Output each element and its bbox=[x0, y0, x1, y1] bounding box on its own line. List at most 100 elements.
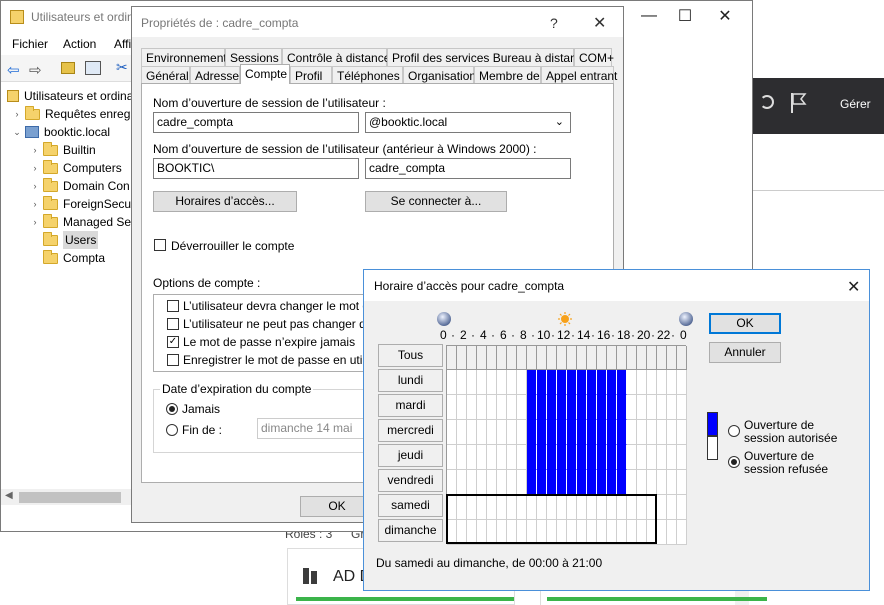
help-button[interactable]: ? bbox=[550, 15, 558, 31]
hour-cell[interactable] bbox=[627, 370, 637, 395]
option-never-expires-checkbox[interactable]: ✓ bbox=[167, 336, 179, 348]
hour-cell[interactable] bbox=[487, 470, 497, 495]
hour-cell[interactable] bbox=[587, 370, 597, 395]
day-button-lundi[interactable]: lundi bbox=[378, 369, 443, 392]
hour-cell[interactable] bbox=[607, 445, 617, 470]
hour-cell[interactable] bbox=[637, 420, 647, 445]
console-tree-icon[interactable] bbox=[85, 61, 101, 75]
hour-cell[interactable] bbox=[547, 445, 557, 470]
hour-column-header[interactable] bbox=[477, 346, 487, 370]
collapse-icon[interactable]: ⌄ bbox=[11, 123, 23, 141]
hour-cell[interactable] bbox=[527, 370, 537, 395]
hour-cell[interactable] bbox=[677, 495, 687, 520]
hour-column-header[interactable] bbox=[637, 346, 647, 370]
hour-cell[interactable] bbox=[577, 445, 587, 470]
hour-cell[interactable] bbox=[497, 370, 507, 395]
hour-cell[interactable] bbox=[657, 370, 667, 395]
hour-cell[interactable] bbox=[477, 370, 487, 395]
hour-cell[interactable] bbox=[617, 370, 627, 395]
hour-cell[interactable] bbox=[457, 445, 467, 470]
hour-cell[interactable] bbox=[607, 470, 617, 495]
logon-name-input[interactable]: cadre_compta bbox=[153, 112, 359, 133]
expiry-never-radio[interactable] bbox=[166, 403, 178, 415]
back-arrow-icon[interactable]: ⇦ bbox=[7, 61, 20, 79]
hour-cell[interactable] bbox=[537, 470, 547, 495]
hour-cell[interactable] bbox=[677, 520, 687, 545]
hour-cell[interactable] bbox=[487, 395, 497, 420]
hour-cell[interactable] bbox=[497, 470, 507, 495]
tab-compte[interactable]: Compte bbox=[240, 64, 290, 84]
tab-profil[interactable]: Profil bbox=[290, 66, 332, 84]
hour-cell[interactable] bbox=[657, 520, 667, 545]
hour-cell[interactable] bbox=[527, 445, 537, 470]
menu-fichier[interactable]: Fichier bbox=[12, 37, 48, 51]
hour-cell[interactable] bbox=[447, 370, 457, 395]
hour-cell[interactable] bbox=[567, 420, 577, 445]
hour-cell[interactable] bbox=[667, 495, 677, 520]
hour-cell[interactable] bbox=[527, 420, 537, 445]
minimize-button[interactable]: — bbox=[631, 1, 667, 31]
window-close-button[interactable]: ✕ bbox=[707, 1, 743, 31]
hour-cell[interactable] bbox=[477, 395, 487, 420]
tab-adresse[interactable]: Adresse bbox=[190, 66, 240, 84]
hour-column-header[interactable] bbox=[457, 346, 467, 370]
expand-icon[interactable]: › bbox=[11, 105, 23, 123]
hour-cell[interactable] bbox=[597, 395, 607, 420]
manage-menu[interactable]: Gérer bbox=[840, 97, 871, 111]
hour-cell[interactable] bbox=[647, 470, 657, 495]
hour-cell[interactable] bbox=[557, 420, 567, 445]
hour-cell[interactable] bbox=[577, 420, 587, 445]
hour-cell[interactable] bbox=[677, 470, 687, 495]
scroll-thumb[interactable] bbox=[19, 492, 121, 503]
hour-cell[interactable] bbox=[567, 370, 577, 395]
hour-cell[interactable] bbox=[657, 395, 667, 420]
hour-cell[interactable] bbox=[627, 395, 637, 420]
hour-cell[interactable] bbox=[677, 445, 687, 470]
hour-cell[interactable] bbox=[577, 470, 587, 495]
day-button-vendredi[interactable]: vendredi bbox=[378, 469, 443, 492]
hour-cell[interactable] bbox=[487, 370, 497, 395]
hour-cell[interactable] bbox=[557, 470, 567, 495]
hour-cell[interactable] bbox=[447, 395, 457, 420]
hour-column-header[interactable] bbox=[597, 346, 607, 370]
hour-cell[interactable] bbox=[677, 420, 687, 445]
hour-cell[interactable] bbox=[497, 395, 507, 420]
day-button-mardi[interactable]: mardi bbox=[378, 394, 443, 417]
hour-cell[interactable] bbox=[557, 395, 567, 420]
permitted-radio[interactable] bbox=[728, 425, 740, 437]
hour-cell[interactable] bbox=[617, 445, 627, 470]
hour-cell[interactable] bbox=[457, 370, 467, 395]
tab-membre-de[interactable]: Membre de bbox=[474, 66, 541, 84]
hour-column-header[interactable] bbox=[617, 346, 627, 370]
logon-hours-ok-button[interactable]: OK bbox=[709, 313, 781, 334]
hour-column-header[interactable] bbox=[607, 346, 617, 370]
hour-cell[interactable] bbox=[507, 420, 517, 445]
hour-cell[interactable] bbox=[547, 470, 557, 495]
hour-column-header[interactable] bbox=[537, 346, 547, 370]
hour-cell[interactable] bbox=[497, 445, 507, 470]
hour-cell[interactable] bbox=[647, 370, 657, 395]
hour-cell[interactable] bbox=[657, 495, 667, 520]
hour-cell[interactable] bbox=[607, 370, 617, 395]
tree-compta[interactable]: Compta bbox=[29, 249, 105, 267]
hour-cell[interactable] bbox=[517, 370, 527, 395]
hour-cell[interactable] bbox=[467, 445, 477, 470]
hour-cell[interactable] bbox=[537, 445, 547, 470]
menu-affichage[interactable]: Affi bbox=[114, 37, 131, 51]
hour-cell[interactable] bbox=[657, 420, 667, 445]
hour-cell[interactable] bbox=[627, 470, 637, 495]
hour-cell[interactable] bbox=[457, 420, 467, 445]
hour-cell[interactable] bbox=[447, 420, 457, 445]
expand-icon[interactable]: › bbox=[29, 177, 41, 195]
hour-cell[interactable] bbox=[667, 420, 677, 445]
hour-cell[interactable] bbox=[667, 520, 677, 545]
tree-users[interactable]: Users bbox=[29, 231, 99, 249]
hour-cell[interactable] bbox=[567, 470, 577, 495]
hour-cell[interactable] bbox=[607, 395, 617, 420]
hour-cell[interactable] bbox=[467, 420, 477, 445]
hour-cell[interactable] bbox=[597, 370, 607, 395]
hour-column-header[interactable] bbox=[547, 346, 557, 370]
hour-cell[interactable] bbox=[507, 370, 517, 395]
hour-cell[interactable] bbox=[567, 395, 577, 420]
hour-column-header[interactable] bbox=[587, 346, 597, 370]
